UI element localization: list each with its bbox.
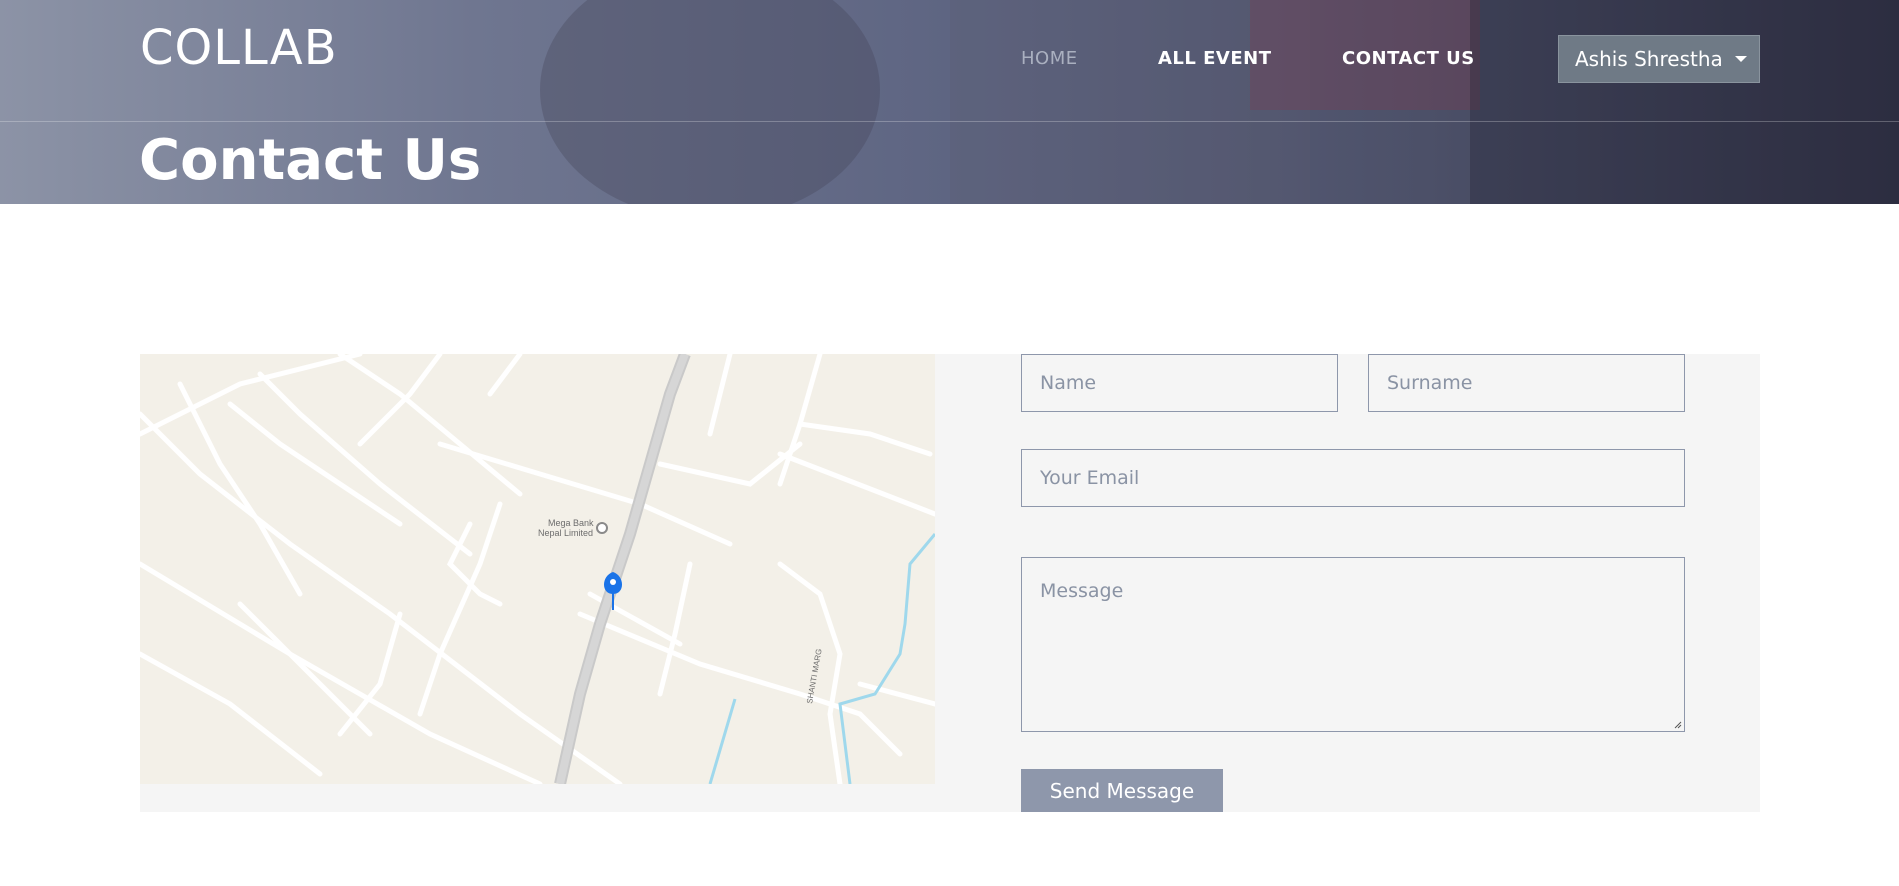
surname-input[interactable]: Surname — [1368, 354, 1685, 412]
hero-background-shape — [540, 0, 880, 204]
user-menu-button[interactable]: Ashis Shrestha — [1558, 35, 1760, 83]
page-title: Contact Us — [139, 128, 482, 193]
header-divider — [0, 121, 1899, 122]
message-placeholder: Message — [1040, 580, 1124, 602]
nav-link-all-event[interactable]: ALL EVENT — [1158, 48, 1272, 69]
site-logo[interactable]: COLLAB — [140, 20, 338, 76]
caret-down-icon — [1734, 56, 1747, 62]
map-embed[interactable]: Mega Bank Nepal Limited SHANTI MARG — [140, 354, 935, 784]
email-input[interactable]: Your Email — [1021, 449, 1685, 507]
bank-poi-icon — [596, 522, 608, 534]
map-canvas[interactable]: Mega Bank Nepal Limited SHANTI MARG — [140, 354, 935, 784]
nav-link-contact-us[interactable]: CONTACT US — [1342, 48, 1475, 69]
message-textarea[interactable]: Message — [1021, 557, 1685, 732]
poi-label: Mega Bank — [548, 518, 594, 528]
nav-link-home[interactable]: HOME — [1021, 48, 1078, 69]
name-input[interactable]: Name — [1021, 354, 1338, 412]
user-menu-label: Ashis Shrestha — [1575, 47, 1723, 71]
poi-label: Nepal Limited — [538, 528, 593, 538]
send-message-button[interactable]: Send Message — [1021, 769, 1223, 812]
hero-background-shape — [1470, 0, 1899, 204]
resize-handle-icon[interactable] — [1672, 719, 1682, 729]
